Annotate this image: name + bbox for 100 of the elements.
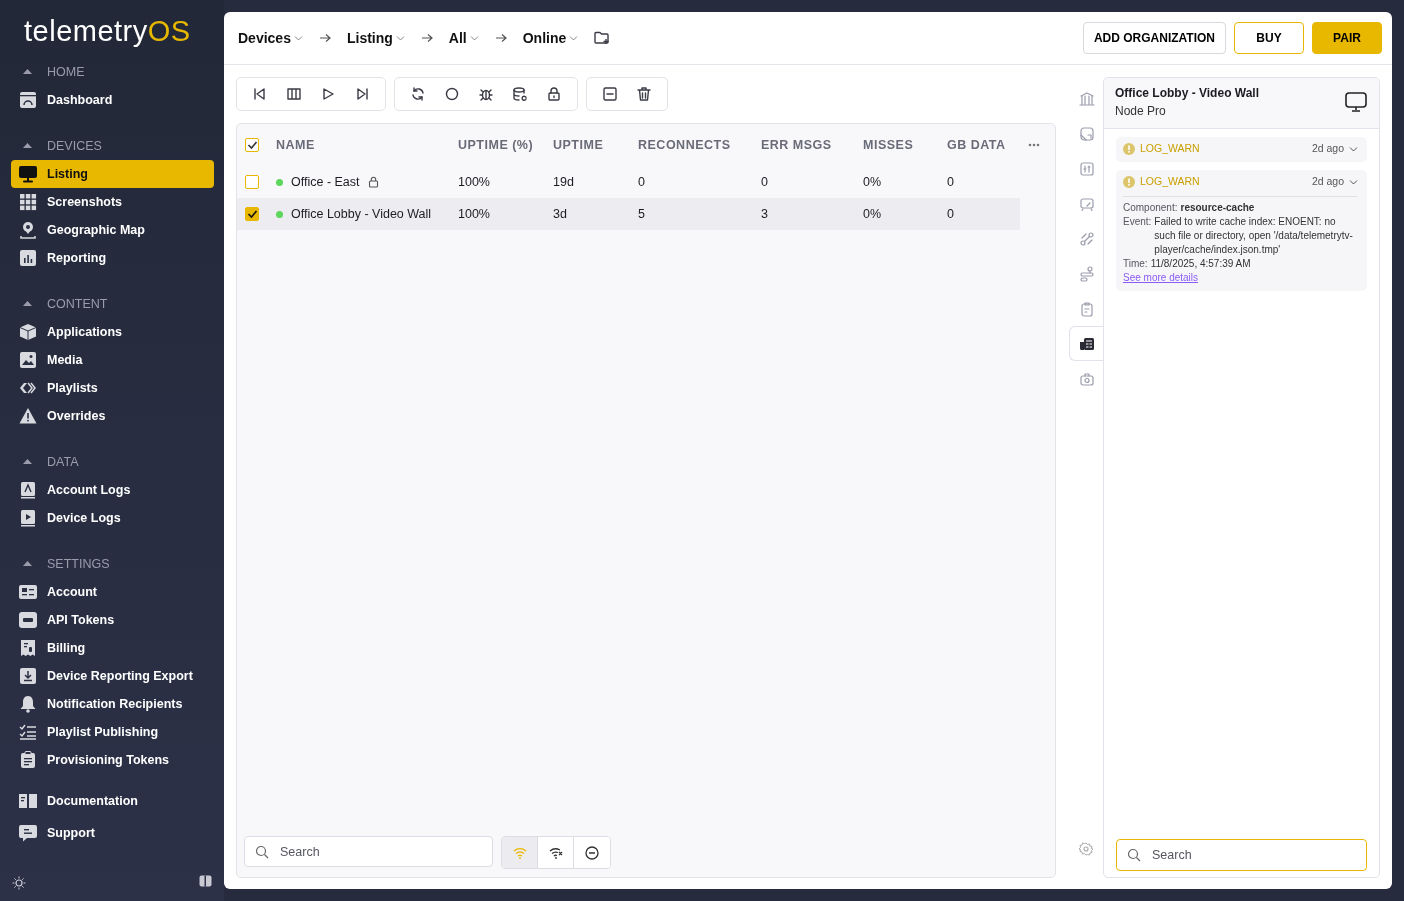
- bank-icon: [1078, 90, 1095, 107]
- header-button[interactable]: PAIR: [1312, 22, 1382, 54]
- section-heading[interactable]: HOME: [47, 62, 85, 82]
- sidebar-item[interactable]: API Tokens: [11, 605, 214, 634]
- log-entry-card[interactable]: LOG_WARN 2d ago: [1116, 137, 1367, 162]
- map-pin-icon: [19, 220, 37, 239]
- play-icon[interactable]: [320, 86, 336, 102]
- sidebar-item[interactable]: Device Logs: [11, 503, 214, 532]
- log-level: LOG_WARN: [1140, 174, 1200, 190]
- collapse-caret-icon[interactable]: [22, 67, 33, 77]
- columns-icon[interactable]: [286, 86, 302, 102]
- circle-icon[interactable]: [444, 86, 460, 102]
- bell-icon: [19, 694, 37, 713]
- monitor-icon: [1345, 92, 1367, 112]
- sidebar-item[interactable]: Screenshots: [11, 187, 214, 216]
- download-icon: [19, 666, 37, 685]
- select-all-checkbox[interactable]: [245, 138, 259, 152]
- warning-icon: [1123, 143, 1135, 155]
- sidebar-item[interactable]: Notification Recipients: [11, 689, 214, 718]
- skip-back-icon[interactable]: [252, 86, 268, 102]
- chevron-down-icon: [569, 34, 579, 42]
- collapse-caret-icon[interactable]: [22, 457, 33, 467]
- folder-plus-icon[interactable]: [594, 30, 611, 46]
- bar-chart-icon: [19, 248, 37, 267]
- section-heading[interactable]: CONTENT: [47, 294, 108, 314]
- id-card-icon: [19, 582, 37, 601]
- log-time: 2d ago: [1311, 174, 1344, 190]
- collapse-caret-icon[interactable]: [22, 559, 33, 569]
- table-cell-text: 0%: [863, 205, 883, 223]
- section-heading[interactable]: SETTINGS: [47, 554, 110, 574]
- sidebar-toggle-icon[interactable]: [199, 875, 212, 887]
- section-heading[interactable]: DEVICES: [47, 136, 102, 156]
- lock-icon[interactable]: [546, 86, 562, 102]
- sidebar-item[interactable]: Account Logs: [11, 475, 214, 504]
- table-cell-text: 19d: [553, 173, 575, 191]
- log-time: 2d ago: [1311, 141, 1344, 157]
- log-entry-card[interactable]: [1116, 170, 1367, 291]
- table-cell-text: 0: [761, 173, 769, 191]
- column-header[interactable]: UPTIME: [553, 135, 638, 155]
- column-header[interactable]: UPTIME (%): [458, 135, 553, 155]
- chevron-down-icon: [469, 34, 479, 42]
- sidebar-item[interactable]: Support: [11, 818, 214, 847]
- theme-toggle-icon[interactable]: [12, 875, 26, 891]
- sidebar-item[interactable]: Dashboard: [11, 85, 214, 114]
- sidebar-item[interactable]: Reporting: [11, 243, 214, 272]
- sidebar-item[interactable]: Listing: [11, 159, 214, 188]
- breadcrumb-dropdown[interactable]: Devices: [238, 27, 303, 49]
- sidebar-item[interactable]: Documentation: [11, 786, 214, 815]
- collapse-caret-icon[interactable]: [22, 141, 33, 151]
- search-field[interactable]: Search: [1116, 839, 1367, 871]
- image-icon: [19, 350, 37, 369]
- receipt-icon: [19, 638, 37, 657]
- table-row[interactable]: Office - East 100% 19d 0 0 0% 0: [237, 166, 1020, 198]
- column-header[interactable]: MISSES: [863, 135, 947, 155]
- column-header[interactable]: ERR MSGS: [761, 135, 863, 155]
- clipboard-icon: [19, 750, 37, 769]
- checkmark-icon: [246, 209, 258, 219]
- book-icon: [19, 791, 37, 810]
- arrow-icon: [318, 33, 331, 43]
- field-value: resource-cache: [1180, 201, 1255, 215]
- sidebar-item[interactable]: Device Reporting Export: [11, 661, 214, 690]
- breadcrumb-dropdown[interactable]: All: [448, 27, 479, 49]
- sidebar-item[interactable]: Geographic Map: [11, 215, 214, 244]
- column-header[interactable]: NAME: [276, 135, 458, 155]
- row-checkbox[interactable]: [245, 175, 259, 189]
- sidebar-item[interactable]: Account: [11, 577, 214, 606]
- log-level: LOG_WARN: [1140, 141, 1200, 157]
- logo-accent-text: OS: [147, 15, 191, 47]
- link-icon: [1078, 230, 1095, 247]
- sidebar-item[interactable]: Playlists: [11, 373, 214, 402]
- breadcrumb-dropdown[interactable]: Online: [522, 27, 579, 49]
- column-header[interactable]: RECONNECTS: [638, 135, 761, 155]
- sidebar-item[interactable]: Provisioning Tokens: [11, 745, 214, 774]
- header-button[interactable]: ADD ORGANIZATION: [1082, 22, 1226, 54]
- skip-forward-icon[interactable]: [354, 86, 370, 102]
- breadcrumb-dropdown[interactable]: Listing: [346, 27, 405, 49]
- field-value: Failed to write cache index: ENOENT: no such file or directory, open '/data/telemetrytv-player/cache/index.json.tmp': [1154, 215, 1354, 257]
- trash-icon[interactable]: [636, 86, 652, 102]
- more-icon[interactable]: [1028, 143, 1040, 147]
- sidebar-item[interactable]: Overrides: [11, 401, 214, 430]
- search-icon: [255, 845, 269, 859]
- camera-icon: [1078, 370, 1095, 387]
- sidebar-item[interactable]: Billing: [11, 633, 214, 662]
- section-heading[interactable]: DATA: [47, 452, 79, 472]
- sidebar-item[interactable]: Applications: [11, 317, 214, 346]
- refresh-icon[interactable]: [410, 86, 426, 102]
- table-row[interactable]: Office Lobby - Video Wall 100% 3d 5 3 0% 0: [237, 198, 1020, 230]
- sidebar-item[interactable]: Playlist Publishing: [11, 717, 214, 746]
- header-button[interactable]: BUY: [1234, 22, 1304, 54]
- database-icon[interactable]: [512, 86, 528, 102]
- checklist-icon: [19, 722, 37, 741]
- search-field[interactable]: Search: [244, 836, 493, 867]
- minus-square-icon[interactable]: [602, 86, 618, 102]
- collapse-caret-icon[interactable]: [22, 299, 33, 309]
- details-link[interactable]: See more details: [1123, 272, 1199, 283]
- search-icon: [1127, 848, 1141, 862]
- sidebar-item[interactable]: Media: [11, 345, 214, 374]
- column-header[interactable]: GB DATA: [947, 135, 1028, 155]
- side-tab[interactable]: [1069, 326, 1103, 361]
- row-checkbox[interactable]: [245, 207, 259, 221]
